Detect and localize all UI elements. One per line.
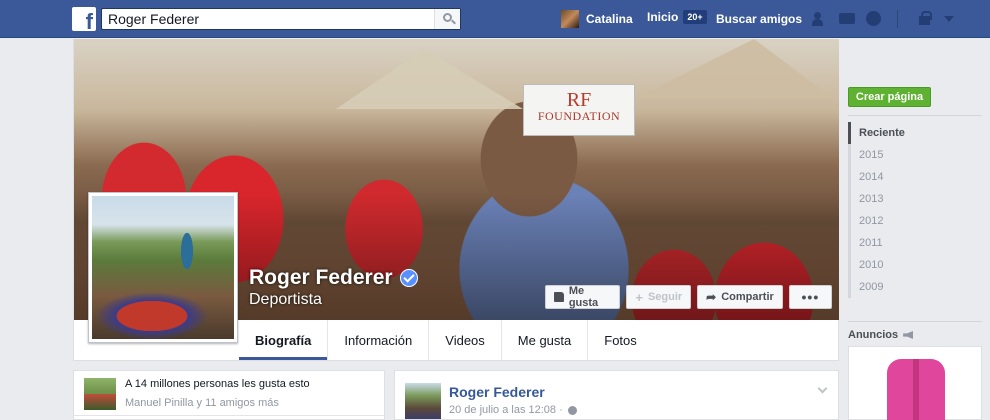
page-title: Roger Federer [249, 266, 418, 290]
profile-header: RF FOUNDATION Roger Federer Deportista M… [73, 39, 839, 361]
year-item-recent[interactable]: Reciente [848, 122, 953, 144]
year-item-2011[interactable]: 2011 [848, 232, 953, 254]
likes-count: A 14 millones personas les gusta esto [125, 378, 310, 390]
user-avatar [561, 10, 579, 28]
home-label: Inicio [647, 10, 679, 24]
public-globe-icon [567, 405, 577, 415]
follow-label: Seguir [647, 291, 683, 303]
tab-informacion[interactable]: Información [328, 320, 430, 360]
user-name: Catalina [586, 12, 633, 26]
search-button[interactable] [434, 9, 460, 29]
tab-label: Fotos [604, 332, 637, 348]
year-label: 2013 [859, 193, 884, 205]
friends-who-like[interactable]: Manuel Pinilla y 11 amigos más [125, 397, 279, 409]
year-item-2013[interactable]: 2013 [848, 188, 953, 210]
friend-avatar[interactable] [84, 378, 116, 410]
share-button[interactable]: ➦ Compartir [697, 285, 783, 309]
tab-fotos[interactable]: Fotos [588, 320, 653, 360]
chevron-down-icon[interactable] [817, 383, 828, 394]
profile-name[interactable]: Roger Federer [249, 266, 393, 290]
tent-shape [336, 49, 523, 109]
search-box [101, 8, 461, 30]
cover-action-buttons: Me gusta + Seguir ➦ Compartir ••• [545, 285, 838, 309]
ad-image [887, 359, 945, 420]
likes-summary-card: A 14 millones personas les gusta esto Ma… [73, 370, 385, 420]
post-meta: 20 de julio a las 12:08 · [449, 404, 577, 416]
year-label: Reciente [859, 127, 905, 139]
post-card: Roger Federer 20 de julio a las 12:08 · [394, 370, 839, 420]
tab-videos[interactable]: Videos [429, 320, 502, 360]
messages-icon[interactable] [838, 10, 858, 28]
year-label: 2015 [859, 149, 884, 161]
thumbs-up-icon [554, 292, 564, 302]
tab-label: Biografía [255, 332, 312, 348]
year-item-2010[interactable]: 2010 [848, 254, 953, 276]
more-options-button[interactable]: ••• [788, 285, 832, 309]
profile-picture-image [92, 196, 234, 339]
follow-button[interactable]: + Seguir [626, 285, 692, 309]
find-friends-label: Buscar amigos [716, 12, 803, 26]
tab-label: Videos [445, 332, 485, 348]
rf-logo: RF [566, 89, 592, 111]
post-timestamp[interactable]: 20 de julio a las 12:08 · [449, 404, 563, 416]
friend-requests-icon[interactable] [812, 10, 832, 28]
like-label: Me gusta [568, 285, 599, 309]
card-divider [74, 415, 384, 416]
megaphone-icon [903, 331, 914, 339]
tab-biografia[interactable]: Biografía [239, 320, 329, 360]
plus-icon: + [635, 289, 643, 305]
year-label: 2014 [859, 171, 884, 183]
nav-user-profile[interactable]: Catalina [561, 10, 633, 28]
nav-find-friends[interactable]: Buscar amigos [716, 12, 802, 26]
year-item-2015[interactable]: 2015 [848, 144, 953, 166]
share-arrow-icon: ➦ [706, 290, 717, 304]
notifications-globe-icon[interactable] [864, 10, 884, 28]
like-button[interactable]: Me gusta [545, 285, 621, 309]
top-navigation-bar: f Catalina Inicio 20+ Buscar amigos [0, 0, 990, 38]
more-dots: ••• [801, 289, 820, 305]
nav-jewels [812, 10, 890, 28]
tent-shape [634, 39, 834, 99]
year-label: 2009 [859, 281, 884, 293]
sidebar-divider [848, 321, 982, 322]
post-author-avatar[interactable] [405, 383, 441, 419]
home-notification-badge: 20+ [683, 10, 707, 24]
foundation-text: FOUNDATION [537, 109, 621, 123]
share-label: Compartir [721, 291, 774, 303]
year-label: 2012 [859, 215, 884, 227]
timeline-year-nav: Reciente 2015 2014 2013 2012 2011 2010 2… [848, 122, 953, 298]
facebook-logo[interactable]: f [72, 7, 96, 33]
ads-heading: Anuncios [848, 329, 914, 341]
sidebar-divider [848, 115, 982, 116]
profile-category: Deportista [249, 291, 322, 308]
year-label: 2010 [859, 259, 884, 271]
nav-divider [897, 10, 898, 28]
year-item-2009[interactable]: 2009 [848, 276, 953, 298]
profile-picture[interactable] [88, 192, 238, 343]
ad-card[interactable] [848, 346, 982, 420]
profile-tabs: Biografía Información Videos Me gusta Fo… [239, 320, 653, 360]
foundation-banner: RF FOUNDATION [523, 84, 635, 136]
tab-label: Información [344, 332, 413, 348]
verified-badge-icon [399, 269, 418, 287]
nav-settings-group [914, 10, 966, 28]
tab-label: Me gusta [517, 332, 572, 348]
year-item-2012[interactable]: 2012 [848, 210, 953, 232]
year-item-2014[interactable]: 2014 [848, 166, 953, 188]
ads-label: Anuncios [848, 329, 899, 341]
create-page-button[interactable]: Crear página [848, 87, 931, 107]
create-page-label: Crear página [855, 91, 924, 103]
nav-home[interactable]: Inicio 20+ [647, 10, 707, 24]
account-menu-caret-icon[interactable] [940, 10, 960, 28]
post-author[interactable]: Roger Federer [449, 384, 545, 400]
search-input[interactable] [102, 9, 432, 29]
privacy-lock-icon[interactable] [914, 10, 934, 28]
year-label: 2011 [859, 237, 883, 249]
tab-me-gusta[interactable]: Me gusta [502, 320, 589, 360]
